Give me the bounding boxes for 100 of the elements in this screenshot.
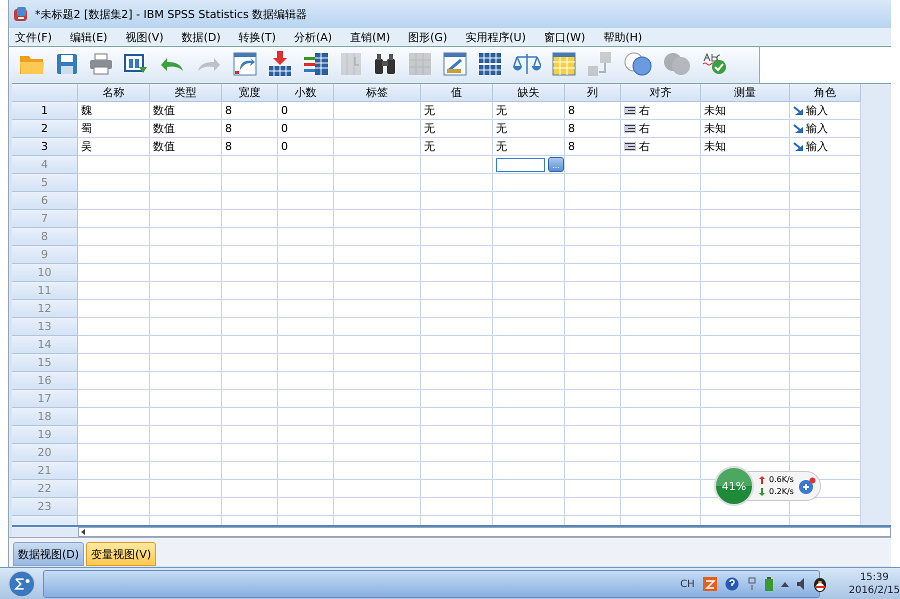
table-cell: 未知 xyxy=(701,120,790,138)
table-cell: 无 xyxy=(421,102,493,120)
table-cell xyxy=(222,282,278,300)
table-cell xyxy=(278,300,334,318)
column-header[interactable]: 测量 xyxy=(701,84,790,102)
table-cell xyxy=(493,480,565,498)
print-icon[interactable] xyxy=(89,52,113,74)
table-cell: 右 xyxy=(621,138,701,156)
table-cell xyxy=(421,372,493,390)
language-indicator[interactable]: CH xyxy=(680,578,695,590)
speaker-icon[interactable] xyxy=(796,578,805,590)
table-cell xyxy=(278,480,334,498)
plus-icon[interactable] xyxy=(798,477,816,495)
insert-row-icon[interactable] xyxy=(268,50,292,76)
table-cell xyxy=(493,444,565,462)
table-cell xyxy=(565,210,621,228)
table-cell xyxy=(790,390,861,408)
table-cell xyxy=(78,480,150,498)
table-cell xyxy=(565,228,621,246)
app-icon xyxy=(13,6,29,22)
table-cell xyxy=(493,498,565,516)
row-header[interactable]: 3 xyxy=(12,138,78,156)
column-header[interactable]: 角色 xyxy=(790,84,861,102)
column-header[interactable]: 宽度 xyxy=(222,84,278,102)
menu-item[interactable]: 窗口(W) xyxy=(544,30,586,44)
menu-item[interactable]: 直销(M) xyxy=(350,30,390,44)
menu-item[interactable]: 帮助(H) xyxy=(603,30,642,44)
table-cell xyxy=(222,444,278,462)
menu-item[interactable]: 转换(T) xyxy=(238,30,276,44)
clock-date: 2016/2/15 xyxy=(848,584,900,597)
insert-column-icon[interactable] xyxy=(303,52,329,76)
column-header[interactable]: 对齐 xyxy=(621,84,701,102)
start-button[interactable] xyxy=(8,570,36,598)
table-cell xyxy=(565,336,621,354)
table-cell xyxy=(222,408,278,426)
table-cell: 无 xyxy=(493,102,565,120)
table-cell xyxy=(222,264,278,282)
table-cell xyxy=(493,300,565,318)
table-cell: 未知 xyxy=(701,138,790,156)
input-method-icon[interactable] xyxy=(702,577,717,591)
table-cell: 无 xyxy=(421,138,493,156)
table-cell xyxy=(493,354,565,372)
table-cell: 0 xyxy=(278,102,334,120)
table-cell xyxy=(565,264,621,282)
table-cell: 0 xyxy=(278,138,334,156)
view-tab[interactable]: 数据视图(D) xyxy=(13,542,84,566)
table-cell xyxy=(78,282,150,300)
table-cell xyxy=(150,264,222,282)
table-cell xyxy=(222,156,278,174)
row-header[interactable]: 2 xyxy=(12,120,78,138)
column-header[interactable]: 标签 xyxy=(334,84,421,102)
menu-item[interactable]: 实用程序(U) xyxy=(465,30,526,44)
table-cell xyxy=(278,408,334,426)
spellcheck-icon[interactable] xyxy=(702,52,728,76)
table-cell xyxy=(278,210,334,228)
tables-icon[interactable] xyxy=(478,52,502,76)
help-icon[interactable] xyxy=(724,577,739,591)
tray-expand-icon[interactable] xyxy=(780,581,789,587)
menu-item[interactable]: 分析(A) xyxy=(294,30,332,44)
align-right-icon xyxy=(624,106,636,115)
view-tab[interactable]: 变量视图(V) xyxy=(86,542,156,566)
column-header[interactable]: 类型 xyxy=(150,84,222,102)
column-header[interactable]: 列 xyxy=(565,84,621,102)
scale-icon[interactable] xyxy=(513,52,541,76)
column-header[interactable]: 值 xyxy=(421,84,493,102)
table-cell xyxy=(421,300,493,318)
input-field[interactable] xyxy=(496,158,545,172)
menu-item[interactable]: 文件(F) xyxy=(15,30,52,44)
select-cases-icon[interactable] xyxy=(443,52,467,76)
row-header[interactable]: 1 xyxy=(12,102,78,120)
table-cell xyxy=(78,444,150,462)
menu-item[interactable]: 视图(V) xyxy=(125,30,164,44)
table-cell xyxy=(790,408,861,426)
network-icon[interactable] xyxy=(746,577,757,591)
align-right-icon xyxy=(624,124,636,133)
menu-item[interactable]: 数据(D) xyxy=(182,30,221,44)
column-header[interactable]: 小数 xyxy=(278,84,334,102)
save-icon[interactable] xyxy=(56,52,78,74)
binoculars-icon[interactable] xyxy=(373,52,397,74)
corner-cell[interactable] xyxy=(12,84,78,102)
table-cell: 右 xyxy=(621,120,701,138)
overlap-circles-icon[interactable] xyxy=(624,52,652,76)
table-cell: 数值 xyxy=(150,102,222,120)
table-cell: 魏 xyxy=(78,102,150,120)
table-cell xyxy=(222,246,278,264)
column-header[interactable]: 名称 xyxy=(78,84,150,102)
window-title: *未标题2 [数据集2] - IBM SPSS Statistics 数据编辑器 xyxy=(35,6,308,22)
table-cell xyxy=(790,156,861,174)
penguin-icon[interactable] xyxy=(812,576,827,592)
window-arrow-icon[interactable] xyxy=(124,52,148,74)
menu-item[interactable]: 图形(G) xyxy=(408,30,448,44)
table-cell xyxy=(278,192,334,210)
table-cell: 8 xyxy=(565,120,621,138)
table-cell xyxy=(278,246,334,264)
table-cell: 8 xyxy=(222,138,278,156)
table-cell xyxy=(78,156,150,174)
table-cell xyxy=(790,174,861,192)
value-table-icon[interactable] xyxy=(552,52,576,76)
column-header[interactable]: 缺失 xyxy=(493,84,565,102)
menu-item[interactable]: 编辑(E) xyxy=(70,30,108,44)
